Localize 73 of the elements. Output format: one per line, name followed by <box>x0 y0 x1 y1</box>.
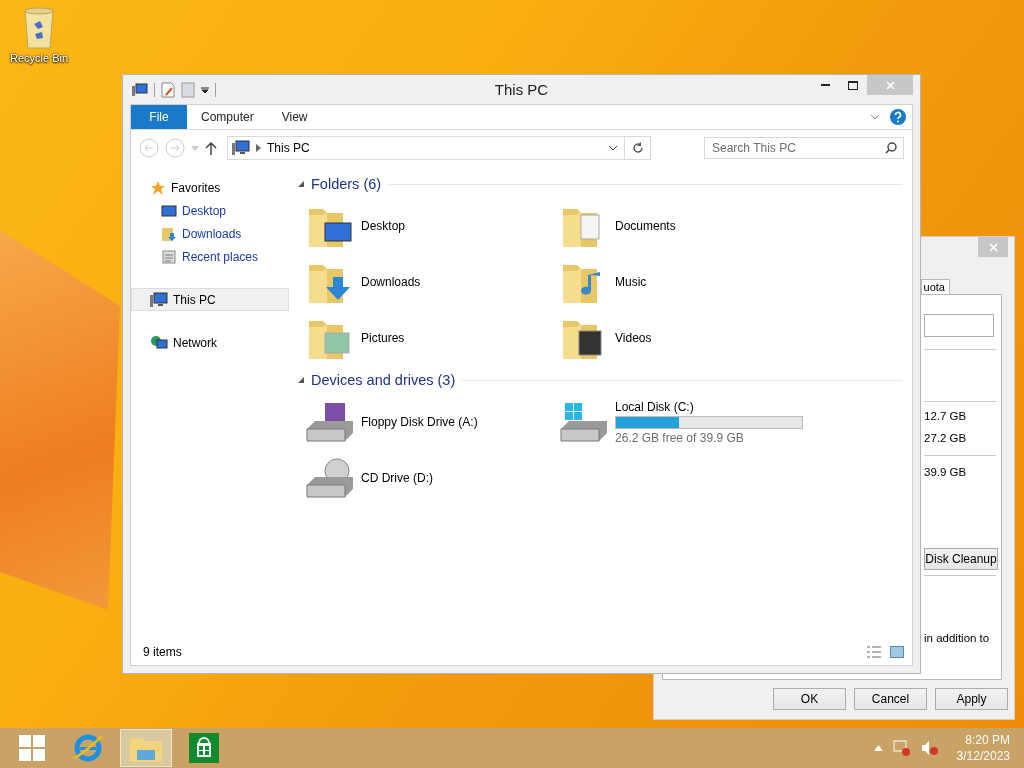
navigation-item[interactable]: Recent places <box>131 245 289 268</box>
search-field[interactable]: Search This PC <box>704 137 904 159</box>
desktop-icon-label: Recycle Bin <box>9 52 69 64</box>
chevron-down-icon[interactable] <box>608 145 618 151</box>
drive-item[interactable]: CD Drive (D:) <box>297 450 551 506</box>
input-field[interactable] <box>924 314 994 337</box>
window-title: This PC <box>494 81 549 98</box>
browser-e-icon <box>72 732 104 764</box>
refresh-icon <box>631 142 644 154</box>
network-icon <box>150 334 168 351</box>
caret-icon <box>191 145 199 151</box>
ribbon-tab[interactable]: View <box>267 105 322 129</box>
description-text: in addition to <box>924 631 990 645</box>
volume-muted-icon[interactable] <box>920 740 939 756</box>
computer-icon <box>132 82 148 97</box>
navigation-item[interactable]: Desktop <box>131 199 289 222</box>
windows-logo-icon <box>19 735 45 761</box>
drive-item[interactable]: Floppy Disk Drive (A:) <box>297 394 551 450</box>
dialog-tab[interactable]: uota <box>920 279 950 294</box>
folder-item[interactable]: Pictures <box>297 310 551 366</box>
properties-icon[interactable] <box>161 81 175 98</box>
disk-cleanup-button[interactable]: Disk Cleanup <box>924 548 998 570</box>
folder-item[interactable]: Desktop <box>297 198 551 254</box>
size-value: 27.2 GB <box>924 431 967 445</box>
store-icon <box>189 733 219 763</box>
drive-item[interactable]: Local Disk (C:) 26.2 GB free of 39.9 GB <box>551 394 851 450</box>
size-value: 39.9 GB <box>924 465 967 479</box>
address-bar[interactable]: This PC <box>227 136 651 160</box>
large-icons-view-icon[interactable] <box>890 646 904 658</box>
navigation-item[interactable]: Downloads <box>131 222 289 245</box>
show-hidden-icons-icon[interactable] <box>873 745 883 751</box>
search-icon <box>885 142 897 154</box>
collapse-arrow-icon[interactable] <box>297 180 305 188</box>
folder-item[interactable]: Videos <box>551 310 851 366</box>
recycle-bin-icon[interactable] <box>22 6 56 50</box>
recent-places-icon <box>161 248 177 265</box>
computer-icon <box>150 291 168 308</box>
help-icon[interactable] <box>890 109 906 125</box>
minimize-icon <box>820 84 830 86</box>
back-icon <box>139 138 159 158</box>
dialog-button[interactable]: Cancel <box>854 688 927 710</box>
star-icon <box>150 179 166 196</box>
forward-icon <box>165 138 185 158</box>
up-arrow-icon <box>205 141 217 155</box>
taskbar-app[interactable] <box>120 729 172 767</box>
ribbon-tab[interactable]: File <box>131 105 187 129</box>
close-icon <box>988 242 998 252</box>
folder-item[interactable]: Downloads <box>297 254 551 310</box>
downloads-folder-icon <box>161 225 177 242</box>
maximize-icon <box>848 80 858 90</box>
close-icon <box>885 80 895 90</box>
item-count: 9 items <box>143 645 182 659</box>
section-heading[interactable]: Folders (6) <box>311 176 382 192</box>
ribbon-tab[interactable]: Computer <box>187 105 268 129</box>
collapse-arrow-icon[interactable] <box>297 376 305 384</box>
desktop-icon <box>161 203 177 218</box>
cd-drive-icon <box>305 455 355 501</box>
folder-item[interactable]: Documents <box>551 198 851 254</box>
network-error-icon[interactable] <box>892 740 911 756</box>
breadcrumb-arrow-icon <box>256 144 261 152</box>
size-value: 12.7 GB <box>924 409 967 423</box>
navigation-item[interactable]: Network <box>131 331 289 354</box>
address-text: This PC <box>267 141 311 155</box>
dialog-button[interactable]: Apply <box>935 688 1008 710</box>
up-button[interactable] <box>205 141 217 155</box>
dialog-button[interactable]: OK <box>773 688 846 710</box>
navigation-item[interactable]: This PC <box>131 288 289 311</box>
dropdown-icon[interactable] <box>201 85 209 94</box>
details-view-icon[interactable] <box>866 645 882 659</box>
computer-icon <box>232 140 250 156</box>
folder-item[interactable]: Music <box>551 254 851 310</box>
section-heading[interactable]: Devices and drives (3) <box>311 372 456 388</box>
navigation-item[interactable]: Favorites <box>131 176 289 199</box>
